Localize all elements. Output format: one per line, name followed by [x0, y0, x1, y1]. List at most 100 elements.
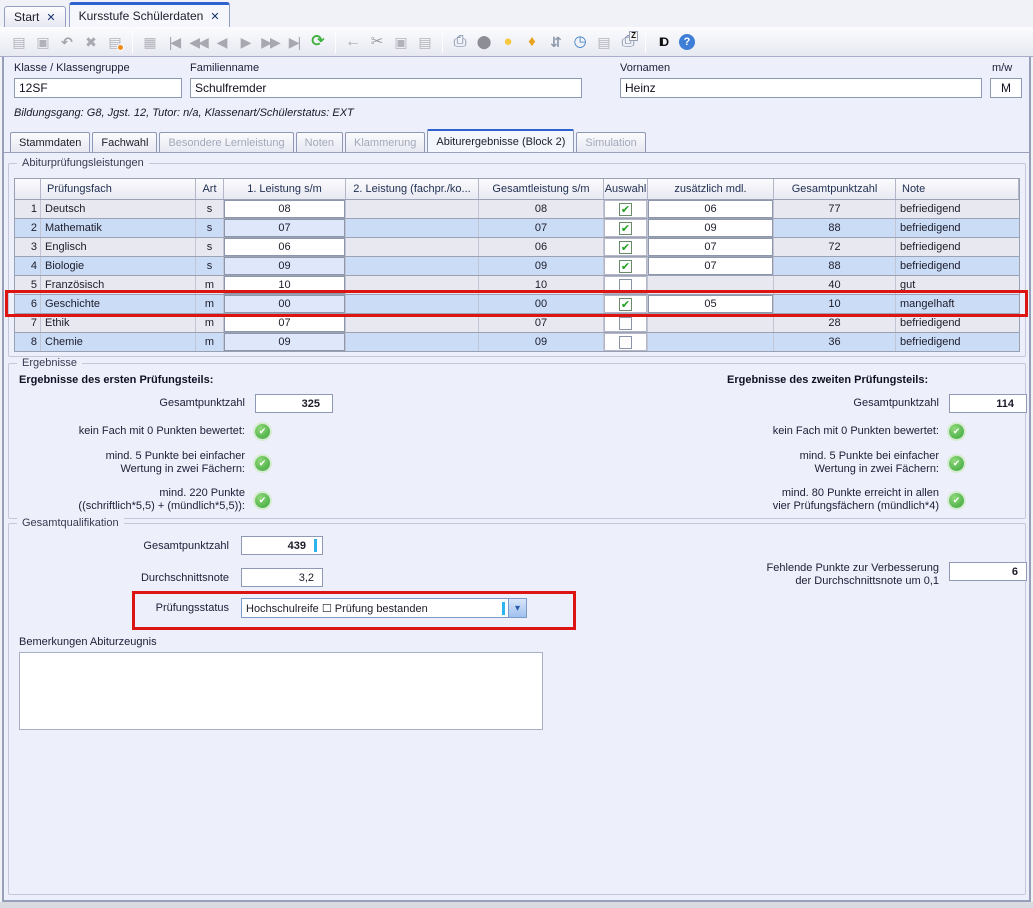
notification-horn-icon[interactable]: ♦ [521, 31, 543, 53]
cell-zusaetzlich-mdl[interactable]: 06 [648, 200, 774, 218]
cell-zusaetzlich-mdl[interactable]: 05 [648, 295, 774, 313]
first-part-title: Ergebnisse des ersten Prüfungsteils: [15, 374, 335, 386]
fehlende-punkte-field[interactable]: 6 [949, 562, 1027, 581]
table-row-englisch[interactable]: 3Englischs0606✔0772befriedigend [15, 237, 1019, 256]
cell-leistung1-input[interactable]: 09 [224, 257, 346, 275]
table-row-mathematik[interactable]: 2Mathematiks0707✔0988befriedigend [15, 218, 1019, 237]
durchschnittsnote-row: Durchschnittsnote 3,2 [9, 568, 339, 587]
refresh-icon[interactable]: ⟳ [307, 31, 329, 53]
print-icon[interactable]: ⎙ [449, 31, 471, 53]
checkbox-checked-icon[interactable]: ✔ [619, 260, 632, 273]
hint-bulb-icon[interactable]: ● [497, 31, 519, 53]
alarm-clock-icon[interactable]: ◷ [569, 31, 591, 53]
print-z-icon[interactable]: ⎙Z [617, 31, 639, 53]
copy-icon[interactable]: ▣ [390, 31, 412, 53]
cell-leistung1-input[interactable]: 10 [224, 276, 346, 294]
column-header-pr-fungsfach[interactable]: Prüfungsfach [41, 179, 196, 199]
cell-zusaetzlich-mdl [648, 314, 774, 332]
cell-leistung1-input[interactable]: 09 [224, 333, 346, 351]
cell-zusaetzlich-mdl [648, 276, 774, 294]
column-header-zus-tzlich-mdl[interactable]: zusätzlich mdl. [648, 179, 774, 199]
cell-art: m [196, 295, 224, 313]
edit-form-icon[interactable]: ▤ [104, 31, 126, 53]
column-header-1-leistung-s-m[interactable]: 1. Leistung s/m [224, 179, 346, 199]
tab-stammdaten[interactable]: Stammdaten [10, 132, 90, 152]
cell-gesamtleistung: 10 [479, 276, 604, 294]
help-icon[interactable]: ? [676, 31, 698, 53]
next-record-icon[interactable]: ▶ [235, 31, 257, 53]
checkbox-checked-icon[interactable]: ✔ [619, 222, 632, 235]
cell-leistung1-input[interactable]: 07 [224, 314, 346, 332]
durchschnittsnote-field[interactable]: 3,2 [241, 568, 323, 587]
cell-note: befriedigend [896, 200, 1019, 218]
column-header-gesamtpunktzahl[interactable]: Gesamtpunktzahl [774, 179, 896, 199]
checkbox-unchecked-icon[interactable] [619, 336, 632, 349]
geschlecht-input[interactable] [990, 78, 1022, 98]
table-row-chemie[interactable]: 8Chemiem090936befriedigend [15, 332, 1019, 351]
export-disc-icon[interactable]: ⬤ [473, 31, 495, 53]
column-header-auswahl[interactable]: Auswahl [604, 179, 648, 199]
checkbox-unchecked-icon[interactable] [619, 317, 632, 330]
cell-zusaetzlich-mdl[interactable]: 07 [648, 257, 774, 275]
column-header-nr[interactable] [15, 179, 41, 199]
fast-next-icon[interactable]: ▶▶ [259, 31, 281, 53]
cell-leistung1-input[interactable]: 00 [224, 295, 346, 313]
criterion-row: mind. 220 Punkte ((schriftlich*5,5) + (m… [15, 487, 335, 513]
delete-record-icon[interactable]: ✖ [80, 31, 102, 53]
fast-prev-icon[interactable]: ◀◀ [187, 31, 209, 53]
back-arrow-icon[interactable]: ← [342, 31, 364, 53]
klasse-label: Klasse / Klassengruppe [14, 62, 130, 74]
id-label[interactable]: ID [652, 31, 674, 53]
column-header-note[interactable]: Note [896, 179, 1019, 199]
cut-icon[interactable]: ✂ [366, 31, 388, 53]
klasse-input[interactable] [14, 78, 182, 98]
checkbox-checked-icon[interactable]: ✔ [619, 203, 632, 216]
tab-close-icon[interactable]: ✕ [46, 11, 55, 24]
paste-icon[interactable]: ▤ [414, 31, 436, 53]
tb-transfer-icon[interactable]: ⇵ [545, 31, 567, 53]
new-record-icon[interactable]: ▤ [8, 31, 30, 53]
tab-fachwahl[interactable]: Fachwahl [92, 132, 157, 152]
table-row-biologie[interactable]: 4Biologies0909✔0788befriedigend [15, 256, 1019, 275]
cell-zusaetzlich-mdl[interactable]: 07 [648, 238, 774, 256]
cell-leistung1-input[interactable]: 07 [224, 219, 346, 237]
table-row-franz-sisch[interactable]: 5Französischm101040gut [15, 275, 1019, 294]
checkbox-checked-icon[interactable]: ✔ [619, 241, 632, 254]
first-record-icon[interactable]: |◀ [163, 31, 185, 53]
column-header-2-leistung-fachpr-ko[interactable]: 2. Leistung (fachpr./ko... [346, 179, 479, 199]
badge-dot [117, 44, 124, 51]
last-record-icon[interactable]: ▶| [283, 31, 305, 53]
remarks-textarea[interactable] [19, 652, 543, 730]
cell-zusaetzlich-mdl[interactable]: 09 [648, 219, 774, 237]
save-icon[interactable]: ▣ [32, 31, 54, 53]
table-row-geschichte[interactable]: 6Geschichtem0000✔0510mangelhaft [15, 294, 1019, 313]
prev-record-icon[interactable]: ◀ [211, 31, 233, 53]
table-row-ethik[interactable]: 7Ethikm070728befriedigend [15, 313, 1019, 332]
table-row-deutsch[interactable]: 1Deutschs0808✔0677befriedigend [15, 199, 1019, 218]
undo-icon[interactable]: ↶ [56, 31, 78, 53]
badge-letter: Z [629, 31, 638, 41]
status-ok-icon: ✔ [255, 456, 270, 471]
window-tab-kursstufe-sch-lerdaten[interactable]: Kursstufe Schülerdaten ✕ [69, 2, 230, 27]
window-tab-label: Kursstufe Schülerdaten [79, 9, 204, 23]
cell-note: befriedigend [896, 238, 1019, 256]
tab-abiturergebnisse-block-2[interactable]: Abiturergebnisse (Block 2) [427, 129, 574, 152]
column-header-art[interactable]: Art [196, 179, 224, 199]
vornamen-input[interactable] [620, 78, 982, 98]
familienname-input[interactable] [190, 78, 582, 98]
checkbox-unchecked-icon[interactable] [619, 279, 632, 292]
cell-row-number: 4 [15, 257, 41, 275]
column-header-gesamtleistung-s-m[interactable]: Gesamtleistung s/m [479, 179, 604, 199]
cell-leistung1-input[interactable]: 06 [224, 238, 346, 256]
gesamtpunktzahl-field[interactable]: 439 [241, 536, 323, 555]
tab-close-icon[interactable]: ✕ [210, 10, 219, 23]
cell-leistung1-input[interactable]: 08 [224, 200, 346, 218]
pruefungsstatus-combobox[interactable]: Hochschulreife ☐ Prüfung bestanden ▾ [241, 598, 527, 618]
combobox-dropdown-button[interactable]: ▾ [508, 599, 526, 617]
first-total-label: Gesamtpunktzahl [15, 397, 245, 410]
checkbox-checked-icon[interactable]: ✔ [619, 298, 632, 311]
window-tab-start[interactable]: Start✕ [4, 6, 66, 27]
letter-icon[interactable]: ▤ [593, 31, 615, 53]
record-list-icon[interactable]: ▦ [139, 31, 161, 53]
cell-zusaetzlich-mdl [648, 333, 774, 351]
